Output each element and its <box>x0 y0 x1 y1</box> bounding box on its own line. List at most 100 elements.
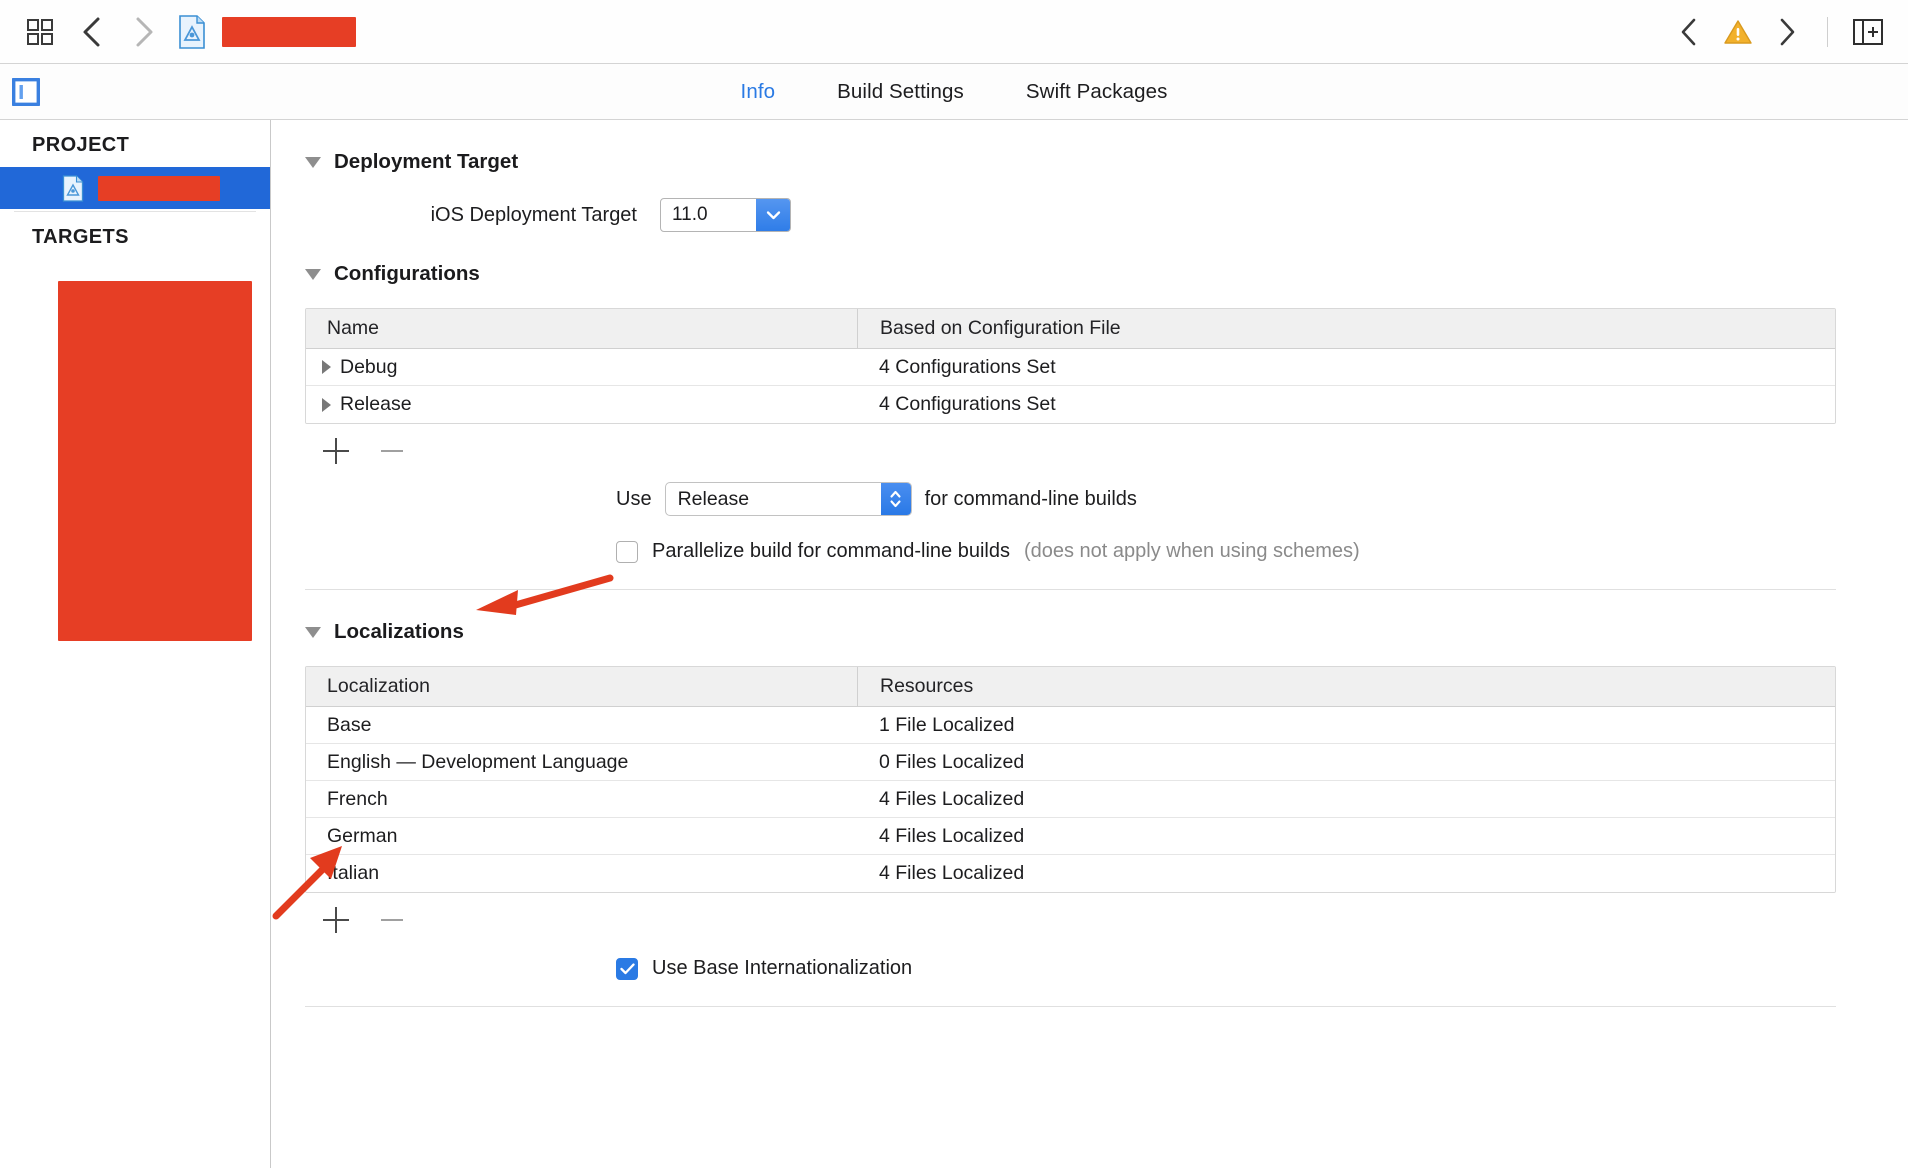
table-row[interactable]: Debug 4 Configurations Set <box>306 349 1835 386</box>
command-line-config-popup-button[interactable]: Release <box>664 482 912 516</box>
column-header-name: Name <box>327 317 380 339</box>
localization-resources-cell: 0 Files Localized <box>879 750 1025 773</box>
triangle-down-icon <box>305 156 321 168</box>
parallelize-build-label: Parallelize build for command-line build… <box>652 540 1010 562</box>
table-row[interactable]: Italian 4 Files Localized <box>306 855 1835 892</box>
use-base-internationalization-checkbox[interactable] <box>616 957 638 980</box>
remove-localization-button[interactable] <box>379 907 405 933</box>
xcode-project-icon <box>62 174 84 202</box>
navigator-toggle-button[interactable] <box>14 7 66 57</box>
chevron-left-icon <box>83 17 100 46</box>
configuration-name: Debug <box>340 355 398 378</box>
section-title: Configurations <box>334 262 480 285</box>
back-button[interactable] <box>66 7 118 57</box>
localization-resources-cell: 4 Files Localized <box>879 862 1025 884</box>
table-row[interactable]: English — Development Language 0 Files L… <box>306 744 1835 781</box>
popup-stepper-button[interactable] <box>880 483 911 515</box>
combobox-dropdown-button[interactable] <box>756 199 790 231</box>
parallelize-build-checkbox[interactable] <box>616 540 638 563</box>
configuration-name-cell: Debug <box>306 356 857 379</box>
table-row[interactable]: Base 1 File Localized <box>306 707 1835 744</box>
deployment-target-section-header[interactable]: Deployment Target <box>271 120 1908 174</box>
configuration-basedon-cell: 4 Configurations Set <box>879 355 1056 378</box>
table-row[interactable]: German 4 Files Localized <box>306 818 1835 855</box>
triangle-right-icon[interactable] <box>322 397 331 412</box>
localization-language-cell: French <box>327 787 388 810</box>
configurations-section-header[interactable]: Configurations <box>271 232 1908 286</box>
section-title: Localizations <box>334 620 464 643</box>
add-localization-button[interactable] <box>323 907 349 933</box>
use-suffix-label: for command-line builds <box>924 487 1137 510</box>
tab-build-settings[interactable]: Build Settings <box>837 80 964 104</box>
configuration-name: Release <box>340 393 412 415</box>
localization-resources-cell: 4 Files Localized <box>879 824 1025 847</box>
toolbar <box>0 0 1908 64</box>
table-row[interactable]: French 4 Files Localized <box>306 781 1835 818</box>
toolbar-left-group <box>0 7 356 57</box>
ios-deployment-target-combobox[interactable]: 11.0 <box>660 198 791 232</box>
info-pane: Deployment Target iOS Deployment Target … <box>271 120 1908 1168</box>
configurations-add-remove-controls <box>271 424 1908 464</box>
remove-configuration-button[interactable] <box>379 438 405 464</box>
localizations-section-header[interactable]: Localizations <box>271 590 1908 644</box>
editor-tab-bar: Info Build Settings Swift Packages <box>0 64 1908 120</box>
section-title: Deployment Target <box>334 150 519 173</box>
add-configuration-button[interactable] <box>323 438 349 464</box>
toolbar-right-group <box>1663 0 1894 64</box>
tab-swift-packages[interactable]: Swift Packages <box>1026 80 1168 104</box>
ios-deployment-target-value: 11.0 <box>672 204 708 225</box>
tab-list: Info Build Settings Swift Packages <box>741 80 1168 104</box>
configuration-name-cell: Release <box>306 393 857 416</box>
parallelize-build-row[interactable]: Parallelize build for command-line build… <box>271 540 1908 563</box>
toolbar-divider <box>1827 17 1828 47</box>
checkmark-icon <box>619 962 635 974</box>
sidebar-section-targets: TARGETS <box>32 226 129 248</box>
sidebar-section-project: PROJECT <box>32 134 130 156</box>
sidebar-toggle-icon[interactable] <box>12 77 40 106</box>
warning-status-button[interactable] <box>1715 7 1761 57</box>
sidebar-item-project[interactable] <box>0 167 270 209</box>
localization-language-cell: Base <box>327 713 372 736</box>
localization-language-cell: Italian <box>327 862 380 884</box>
project-title-redacted <box>222 16 356 47</box>
chevron-left-icon <box>1681 18 1696 46</box>
inspector-toggle-button[interactable] <box>1842 7 1894 57</box>
column-header-resources: Resources <box>857 667 1835 706</box>
sidebar-project-name-redacted <box>98 175 220 201</box>
command-line-config-value: Release <box>677 487 750 510</box>
triangle-down-icon <box>305 268 321 280</box>
triangle-right-icon[interactable] <box>322 360 331 374</box>
parallelize-build-note: (does not apply when using schemes) <box>1023 540 1360 562</box>
localization-resources-cell: 4 Files Localized <box>879 787 1025 810</box>
inspector-toggle-icon <box>1853 19 1883 45</box>
project-navigator-sidebar: PROJECT TARGETS <box>0 120 271 1168</box>
table-header-row: Name Based on Configuration File <box>306 309 1835 349</box>
localization-language-cell: German <box>327 824 398 847</box>
grid-icon <box>27 18 53 45</box>
table-header-row: Localization Resources <box>306 667 1835 707</box>
ios-deployment-target-label: iOS Deployment Target <box>430 203 637 226</box>
chevron-right-icon <box>1780 18 1795 46</box>
use-base-internationalization-row[interactable]: Use Base Internationalization <box>271 957 1908 980</box>
localization-resources-cell: 1 File Localized <box>879 713 1015 736</box>
configurations-table: Name Based on Configuration File Debug 4… <box>305 308 1836 424</box>
column-header-localization: Localization <box>327 675 430 697</box>
table-row[interactable]: Release 4 Configurations Set <box>306 386 1835 423</box>
bottom-divider <box>305 1006 1836 1007</box>
xcode-project-icon <box>179 14 205 49</box>
command-line-build-config-row: Use Release for command-line builds <box>271 482 1908 516</box>
forward-button[interactable] <box>118 7 170 57</box>
ios-deployment-target-row: iOS Deployment Target 11.0 <box>271 198 1908 232</box>
sidebar-target-name-redacted <box>58 281 252 641</box>
issue-previous-button[interactable] <box>1663 7 1715 57</box>
chevron-down-icon <box>766 211 780 220</box>
tab-info[interactable]: Info <box>741 80 776 104</box>
chevron-up-down-icon <box>890 490 901 508</box>
issue-next-button[interactable] <box>1761 7 1813 57</box>
chevron-right-icon <box>136 17 153 46</box>
localization-language-cell: English — Development Language <box>327 750 629 773</box>
xcode-project-editor-window: Info Build Settings Swift Packages PROJE… <box>0 0 1908 1168</box>
localizations-add-remove-controls <box>271 893 1908 933</box>
warning-triangle-icon <box>1724 19 1752 44</box>
configuration-basedon-cell: 4 Configurations Set <box>879 393 1056 415</box>
